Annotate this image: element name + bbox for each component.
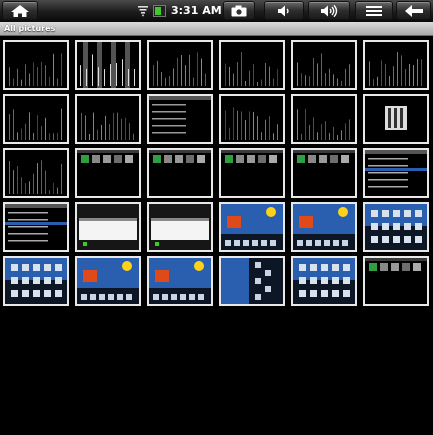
thumbnail-dark-bars[interactable] bbox=[219, 40, 285, 90]
thumbnail-image bbox=[297, 108, 350, 140]
gallery-title: All pictures bbox=[4, 24, 56, 33]
thumbnail-image bbox=[293, 150, 355, 163]
thumbnail-image bbox=[293, 258, 355, 304]
thumbnail-dark-bars[interactable] bbox=[147, 40, 213, 90]
gallery-title-bar: All pictures bbox=[0, 22, 433, 36]
thumbnail-image bbox=[149, 258, 211, 304]
thumbnail-image bbox=[365, 150, 427, 188]
thumbnail-home-screen[interactable] bbox=[291, 202, 357, 252]
thumbnail-striped-bars[interactable] bbox=[75, 40, 141, 90]
thumbnail-image bbox=[221, 204, 283, 250]
home-icon bbox=[11, 4, 29, 17]
thumbnail-home-screen[interactable] bbox=[147, 256, 213, 306]
home-button[interactable] bbox=[2, 1, 38, 20]
back-button[interactable] bbox=[396, 1, 431, 20]
thumbnail-image bbox=[9, 160, 62, 194]
thumbnail-app-grid[interactable] bbox=[291, 256, 357, 306]
thumbnail-image bbox=[149, 204, 211, 250]
thumbnail-icon-row[interactable] bbox=[291, 148, 357, 198]
thumbnail-dialog[interactable] bbox=[147, 202, 213, 252]
thumbnail-dark-bars[interactable] bbox=[219, 94, 285, 144]
volume-up-icon bbox=[321, 4, 338, 17]
wifi-icon bbox=[138, 6, 148, 17]
thumbnail-blue-rotated[interactable] bbox=[219, 256, 285, 306]
thumbnail-image bbox=[293, 204, 355, 250]
thumbnail-image bbox=[153, 52, 206, 86]
thumbnail-app-grid[interactable] bbox=[3, 256, 69, 306]
thumbnail-image bbox=[365, 204, 427, 250]
thumbnail-image bbox=[369, 52, 422, 86]
thumbnail-dark-bars[interactable] bbox=[363, 40, 429, 90]
thumbnail-image bbox=[77, 258, 139, 304]
status-bar: 3:31 AM bbox=[0, 0, 433, 23]
thumbnail-home-screen[interactable] bbox=[219, 202, 285, 252]
thumbnail-icon-row[interactable] bbox=[363, 256, 429, 306]
thumbnail-image bbox=[225, 107, 278, 140]
back-arrow-icon bbox=[404, 4, 423, 17]
thumbnail-dark-bars[interactable] bbox=[3, 94, 69, 144]
screenshot-button[interactable] bbox=[223, 1, 255, 20]
thumbnail-image bbox=[385, 106, 407, 130]
thumbnail-image bbox=[80, 42, 135, 88]
battery-icon bbox=[153, 5, 166, 17]
thumbnail-settings-list[interactable] bbox=[363, 148, 429, 198]
thumbnail-grid bbox=[3, 40, 433, 306]
thumbnail-app-grid[interactable] bbox=[363, 202, 429, 252]
thumbnail-image bbox=[77, 204, 139, 250]
thumbnail-image bbox=[297, 53, 350, 86]
thumbnail-image bbox=[5, 204, 67, 242]
thumbnail-image bbox=[5, 258, 67, 304]
thumbnail-image bbox=[81, 112, 134, 140]
thumbnail-dark-bars[interactable] bbox=[3, 148, 69, 198]
menu-button[interactable] bbox=[355, 1, 393, 20]
thumbnail-white-panel[interactable] bbox=[363, 94, 429, 144]
thumbnail-dialog[interactable] bbox=[75, 202, 141, 252]
thumbnail-dark-bars[interactable] bbox=[291, 94, 357, 144]
thumbnail-image bbox=[225, 52, 278, 86]
thumbnail-image bbox=[149, 150, 211, 163]
thumbnail-image bbox=[77, 150, 139, 163]
thumbnail-image bbox=[221, 258, 283, 304]
thumbnail-dark-bars[interactable] bbox=[75, 94, 141, 144]
menu-icon bbox=[366, 5, 382, 16]
thumbnail-dark-bars[interactable] bbox=[291, 40, 357, 90]
volume-up-button[interactable] bbox=[308, 1, 350, 20]
thumbnail-image bbox=[149, 96, 211, 134]
thumbnail-image bbox=[9, 53, 62, 86]
status-clock: 3:31 AM bbox=[171, 4, 222, 17]
thumbnail-settings-list[interactable] bbox=[3, 202, 69, 252]
thumbnail-dark-bars[interactable] bbox=[3, 40, 69, 90]
thumbnail-image bbox=[9, 108, 62, 140]
thumbnail-icon-row[interactable] bbox=[75, 148, 141, 198]
camera-icon bbox=[231, 5, 247, 16]
thumbnail-image bbox=[365, 258, 427, 271]
thumbnail-home-screen[interactable] bbox=[75, 256, 141, 306]
thumbnail-image bbox=[221, 150, 283, 163]
volume-down-button[interactable] bbox=[264, 1, 304, 20]
thumbnail-dark-list[interactable] bbox=[147, 94, 213, 144]
thumbnail-icon-row[interactable] bbox=[147, 148, 213, 198]
thumbnail-icon-row[interactable] bbox=[219, 148, 285, 198]
volume-down-icon bbox=[278, 5, 289, 16]
